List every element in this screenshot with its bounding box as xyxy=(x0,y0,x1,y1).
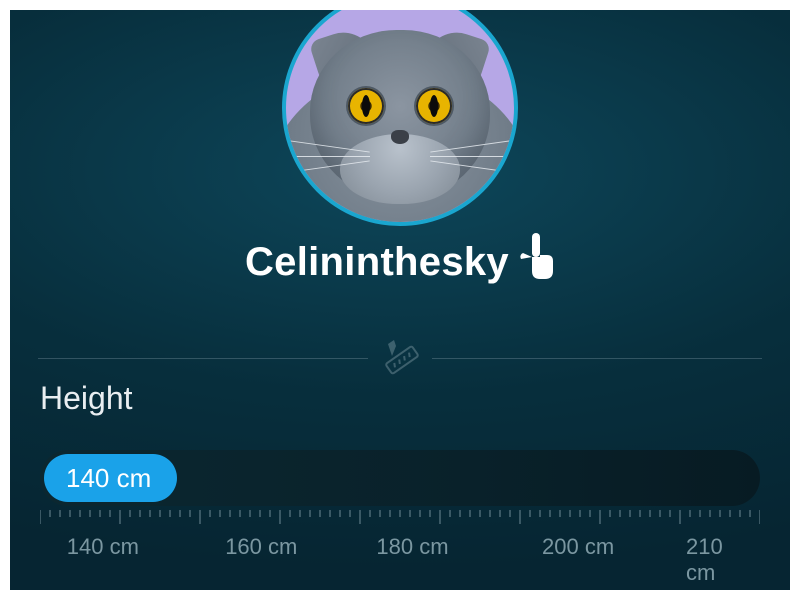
scale-label: 210 cm xyxy=(686,534,758,586)
username: Celininthesky xyxy=(245,240,509,285)
edit-name-button[interactable] xyxy=(515,231,555,281)
height-scale-labels: 140 cm 160 cm 180 cm 200 cm 210 cm xyxy=(40,534,760,564)
avatar-image xyxy=(286,10,514,222)
avatar[interactable] xyxy=(282,10,518,226)
height-label: Height xyxy=(40,380,133,417)
scale-label: 180 cm xyxy=(376,534,448,560)
height-slider[interactable]: 140 cm xyxy=(40,450,760,516)
ruler-icon xyxy=(378,336,422,380)
divider-line-right xyxy=(432,358,762,359)
pointing-hand-icon xyxy=(515,231,555,281)
scale-label: 200 cm xyxy=(542,534,614,560)
height-slider-thumb[interactable]: 140 cm xyxy=(44,454,177,502)
height-ruler-ticks xyxy=(40,510,760,536)
username-row: Celininthesky xyxy=(10,240,790,285)
scale-label: 160 cm xyxy=(225,534,297,560)
profile-panel: Celininthesky xyxy=(10,10,790,590)
section-divider xyxy=(38,336,762,380)
scale-label: 140 cm xyxy=(67,534,139,560)
divider-line-left xyxy=(38,358,368,359)
height-value: 140 cm xyxy=(66,463,151,494)
